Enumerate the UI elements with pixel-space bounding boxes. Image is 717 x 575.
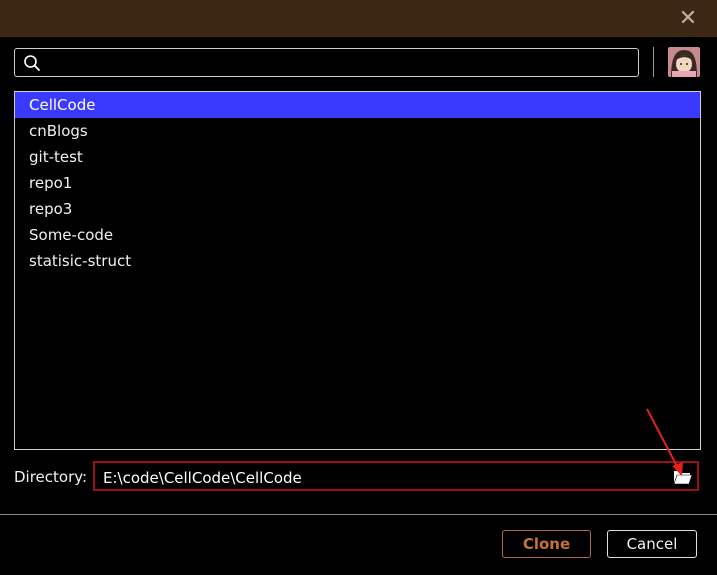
avatar[interactable] [668,47,700,77]
search-icon [24,55,40,71]
list-item[interactable]: repo1 [15,170,700,196]
search-input[interactable] [49,51,633,75]
directory-field[interactable] [93,461,699,491]
list-item[interactable]: CellCode [15,92,700,118]
list-item[interactable]: git-test [15,144,700,170]
cancel-button[interactable]: Cancel [607,530,697,558]
list-item[interactable]: repo3 [15,196,700,222]
divider [653,47,654,77]
repository-list[interactable]: CellCode cnBlogs git-test repo1 repo3 Some-co… [14,91,701,450]
search-box[interactable] [14,48,639,77]
title-bar: ✕ [0,0,717,37]
list-item[interactable]: cnBlogs [15,118,700,144]
list-item[interactable]: Some-code [15,222,700,248]
clone-button[interactable]: Clone [502,530,591,558]
list-item[interactable]: statisic-struct [15,248,700,274]
close-icon[interactable]: ✕ [677,8,699,30]
directory-label: Directory: [14,468,88,486]
folder-open-icon[interactable] [673,469,693,485]
footer-divider [0,514,717,515]
directory-input[interactable] [101,466,665,490]
